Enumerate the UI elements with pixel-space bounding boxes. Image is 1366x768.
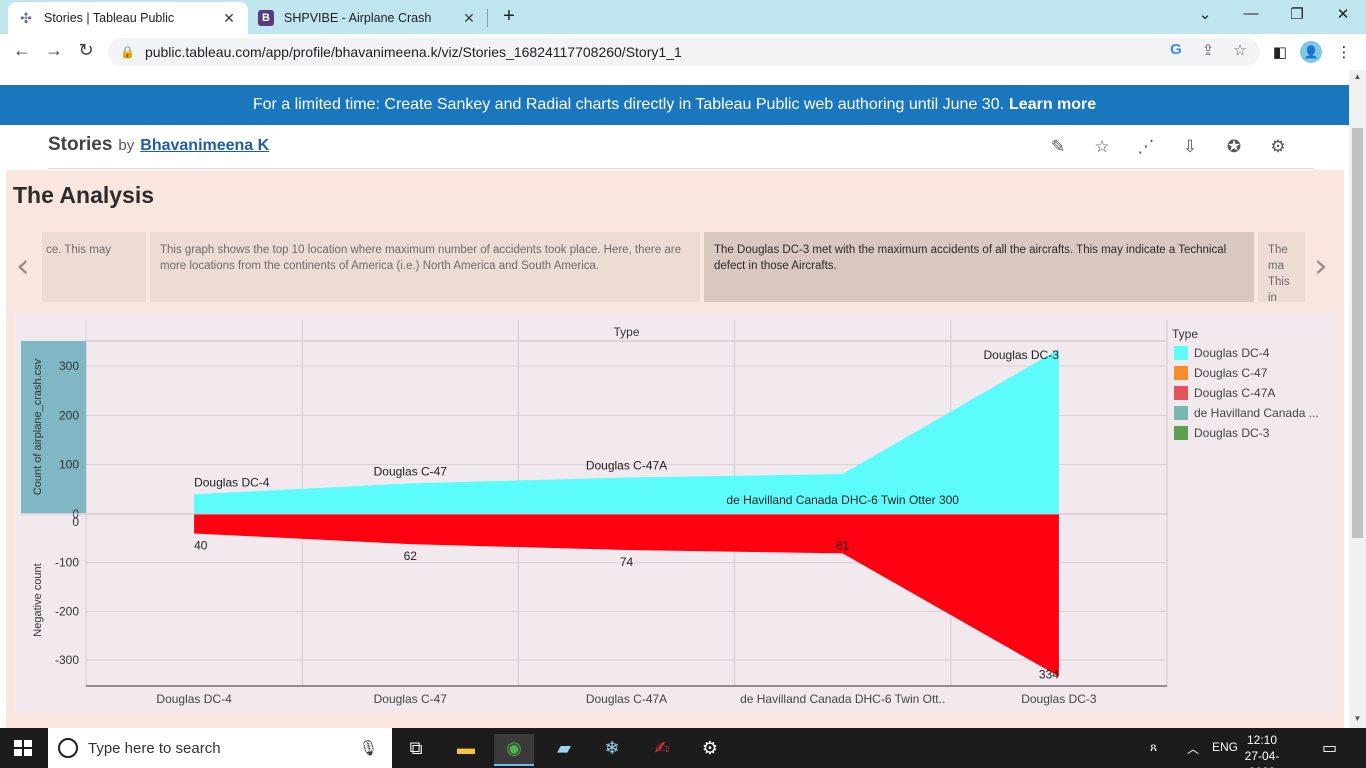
chrome-icon[interactable]: ◉ [494, 734, 534, 766]
x-tick-label: de Havilland Canada DHC-6 Twin Ott.. [740, 692, 945, 706]
x-tick-label: Douglas DC-3 [1021, 692, 1097, 706]
top-tick-label: 100 [59, 458, 79, 472]
file-explorer-icon[interactable]: ▬ [446, 734, 486, 766]
bottom-data-label: 74 [620, 555, 634, 569]
legend-item[interactable]: Douglas C-47A [1174, 386, 1275, 400]
bottom-area-series [194, 514, 1059, 677]
bottom-tick-label: -100 [55, 556, 79, 570]
bottom-data-label: 62 [404, 549, 418, 563]
legend-swatch [1174, 366, 1188, 380]
bottom-tick-label: -200 [55, 604, 79, 618]
legend-item[interactable]: Douglas DC-3 [1174, 426, 1269, 440]
top-data-label: Douglas DC-3 [984, 348, 1060, 362]
legend-label: de Havilland Canada ... [1194, 406, 1319, 420]
legend-swatch [1174, 346, 1188, 360]
bottom-tick-label: -300 [55, 653, 79, 667]
windows-start-icon[interactable] [14, 740, 32, 756]
task-view-icon[interactable]: ⧉ [396, 734, 436, 766]
legend-swatch [1174, 386, 1188, 400]
top-data-label: Douglas C-47 [374, 464, 448, 478]
legend-label: Douglas DC-3 [1194, 426, 1270, 440]
taskbar-search[interactable]: Type here to search 🎙 [48, 728, 392, 768]
legend-label: Douglas DC-4 [1194, 346, 1270, 360]
top-tick-label: 300 [59, 359, 79, 373]
clock[interactable]: 12:10 27-04-2023 [1234, 732, 1290, 768]
notepad-icon[interactable]: ▰ [544, 734, 584, 766]
top-axis-title: Count of airplane_crash.csv [32, 358, 44, 495]
legend-title: Type [1172, 327, 1199, 341]
legend-item[interactable]: Douglas C-47 [1174, 366, 1267, 380]
legend-label: Douglas C-47 [1194, 366, 1268, 380]
people-icon[interactable]: ጸ [1150, 740, 1157, 755]
top-data-label: Douglas DC-4 [194, 475, 270, 489]
search-icon [58, 738, 78, 758]
top-tick-label: 200 [59, 408, 79, 422]
top-data-label: Douglas C-47A [586, 458, 667, 472]
snowflake-app-icon[interactable]: ❄ [592, 734, 632, 766]
x-tick-label: Douglas C-47 [374, 692, 448, 706]
settings-gear-icon[interactable]: ⚙ [690, 734, 730, 766]
clock-date: 27-04-2023 [1244, 749, 1280, 768]
bottom-data-label: 334 [1039, 668, 1059, 682]
x-tick-label: Douglas C-47A [586, 692, 667, 706]
search-placeholder: Type here to search [88, 739, 221, 757]
bottom-tick-label: 0 [72, 515, 79, 529]
notifications-icon[interactable]: ▭ [1322, 738, 1337, 758]
top-data-label: de Havilland Canada DHC-6 Twin Otter 300 [726, 493, 959, 507]
legend-item[interactable]: de Havilland Canada ... [1174, 406, 1319, 420]
legend-swatch [1174, 426, 1188, 440]
legend-swatch [1174, 406, 1188, 420]
bottom-data-label: 40 [194, 538, 208, 552]
x-tick-label: Douglas DC-4 [156, 692, 232, 706]
legend-label: Douglas C-47A [1194, 386, 1276, 400]
story-footer [6, 720, 1344, 728]
microphone-icon[interactable]: 🎙 [359, 739, 378, 757]
column-header: Type [613, 325, 639, 339]
clock-time: 12:10 [1246, 733, 1278, 747]
area-chart[interactable]: Type01002003000-100-200-300Count of airp… [0, 0, 1366, 728]
top-area-series [194, 349, 1059, 514]
bottom-data-label: 81 [836, 538, 850, 552]
legend-item[interactable]: Douglas DC-4 [1174, 346, 1269, 360]
acrobat-icon[interactable]: ✍ [642, 734, 682, 766]
tray-chevron-up-icon[interactable]: ︿ [1187, 740, 1199, 757]
bottom-axis-title: Negative count [32, 563, 44, 636]
windows-taskbar: Type here to search 🎙 ⧉ ▬ ◉ ▰ ❄ ✍ ⚙ ጸ ︿ … [0, 728, 1366, 768]
